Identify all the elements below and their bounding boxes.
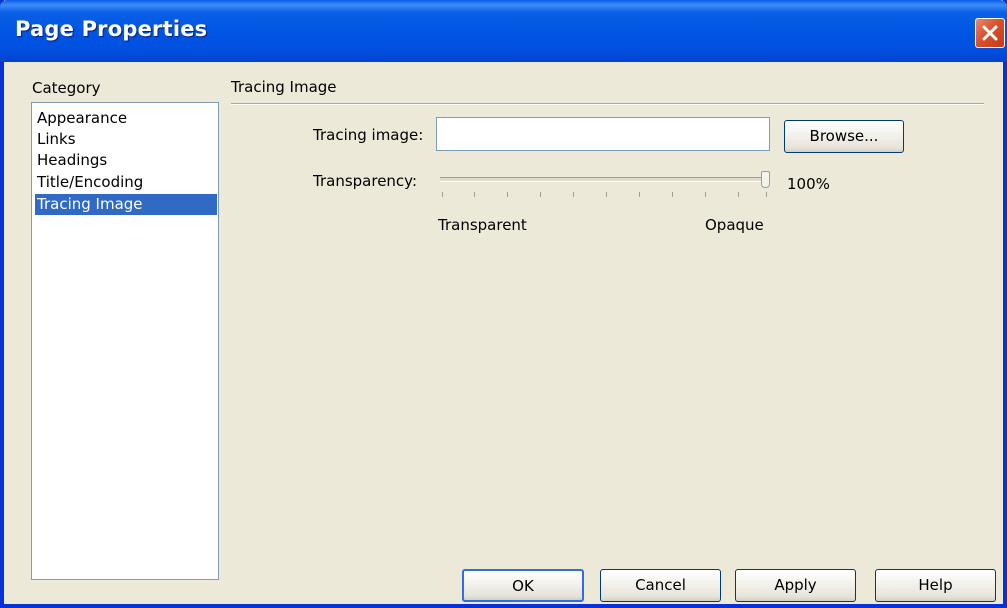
category-list[interactable]: Appearance Links Headings Title/Encoding…: [31, 102, 219, 580]
apply-button[interactable]: Apply: [735, 569, 856, 602]
section-title: Tracing Image: [231, 78, 337, 96]
slider-tick: [705, 192, 706, 197]
slider-min-label: Transparent: [438, 216, 527, 234]
category-label: Category: [32, 79, 101, 97]
transparency-label: Transparency:: [313, 172, 418, 190]
transparency-value: 100%: [787, 175, 830, 193]
slider-tick: [507, 192, 508, 197]
ok-button[interactable]: OK: [462, 569, 584, 602]
transparency-slider-thumb[interactable]: [761, 171, 770, 188]
category-item-title-encoding[interactable]: Title/Encoding: [35, 172, 217, 193]
title-bar[interactable]: Page Properties: [0, 0, 1007, 62]
slider-tick: [540, 192, 541, 197]
slider-tick: [606, 192, 607, 197]
slider-tick: [672, 192, 673, 197]
section-divider: [231, 103, 984, 105]
category-item-tracing-image[interactable]: Tracing Image: [35, 194, 217, 215]
help-button[interactable]: Help: [875, 569, 996, 602]
slider-tick: [738, 192, 739, 197]
category-item-links[interactable]: Links: [35, 129, 217, 150]
transparency-slider-track[interactable]: [440, 177, 770, 182]
slider-tick: [474, 192, 475, 197]
dialog-title: Page Properties: [15, 17, 208, 41]
browse-button[interactable]: Browse...: [784, 120, 904, 153]
slider-max-label: Opaque: [705, 216, 764, 234]
slider-tick: [442, 192, 443, 197]
slider-tick: [766, 192, 767, 197]
cancel-button[interactable]: Cancel: [600, 569, 721, 602]
close-button[interactable]: [975, 18, 1005, 48]
close-icon: [982, 25, 998, 41]
slider-tick: [639, 192, 640, 197]
slider-tick: [573, 192, 574, 197]
tracing-image-input[interactable]: [436, 117, 770, 151]
category-item-headings[interactable]: Headings: [35, 150, 217, 171]
tracing-image-label: Tracing image:: [313, 126, 424, 144]
category-item-appearance[interactable]: Appearance: [35, 108, 217, 129]
